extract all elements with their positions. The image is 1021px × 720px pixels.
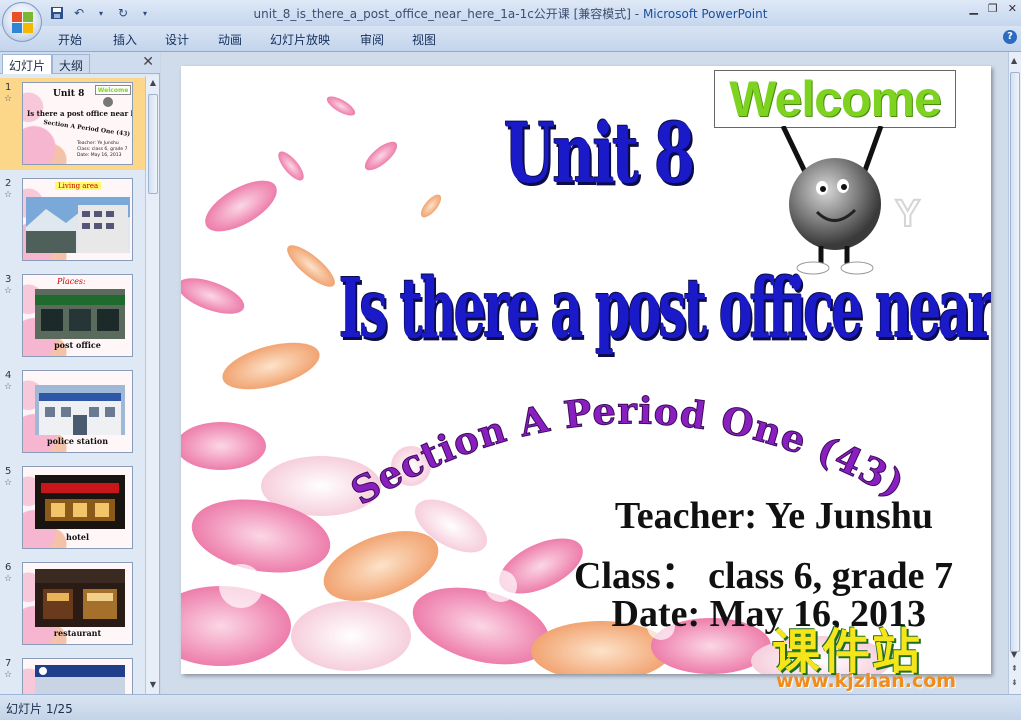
tab-view[interactable]: 视图 bbox=[412, 31, 436, 48]
thumb-preview: hotel bbox=[22, 466, 133, 549]
editor-vertical-scrollbar[interactable]: ▲ ▼ ⇞ ⇟ bbox=[1008, 52, 1021, 694]
animation-star-icon: ☆ bbox=[4, 190, 13, 200]
thumb-number: 7 bbox=[5, 658, 12, 669]
next-slide-icon[interactable]: ⇟ bbox=[1011, 678, 1018, 687]
scrollbar-thumb[interactable] bbox=[1010, 72, 1020, 652]
window-title: unit_8_is_there_a_post_office_near_here_… bbox=[0, 5, 1021, 22]
slide-thumbnail-3[interactable]: 3 ☆ Places: post office bbox=[0, 270, 145, 362]
thumb-preview bbox=[22, 658, 133, 694]
title-bar: ↶ ▾ ↻ ▾ unit_8_is_there_a_post_office_ne… bbox=[0, 0, 1021, 26]
panel-tabs: 幻灯片 大纲 ✕ bbox=[0, 52, 160, 74]
animation-star-icon: ☆ bbox=[4, 574, 13, 584]
unit-title: Unit 8 bbox=[503, 106, 695, 202]
previous-slide-icon[interactable]: ⇞ bbox=[1011, 664, 1018, 673]
thumb-preview: Places: post office bbox=[22, 274, 133, 357]
thumb-photo bbox=[26, 197, 130, 253]
slide-editor: Welcome Y Unit 8 Is there a post office … bbox=[161, 52, 1021, 694]
thumb-number: 2 bbox=[5, 178, 12, 189]
tab-animations[interactable]: 动画 bbox=[218, 31, 242, 48]
tab-slides[interactable]: 幻灯片 bbox=[2, 54, 53, 74]
slide-canvas[interactable]: Welcome Y Unit 8 Is there a post office … bbox=[181, 66, 991, 674]
slide-thumbnail-2[interactable]: 2 ☆ Living area bbox=[0, 174, 145, 266]
slides-panel: 幻灯片 大纲 ✕ 1 ☆ Unit 8 Welcome Is there a p… bbox=[0, 52, 160, 694]
thumb-number: 4 bbox=[5, 370, 12, 381]
window-title-text: unit_8_is_there_a_post_office_near_here_… bbox=[253, 7, 643, 21]
teacher-line: Teacher: Ye Junshu bbox=[614, 495, 933, 537]
thumb-subtitle: Section A Period One (43) bbox=[42, 118, 131, 139]
close-icon[interactable]: ✕ bbox=[1008, 2, 1017, 15]
office-logo-icon bbox=[12, 12, 34, 34]
thumbnail-list: 1 ☆ Unit 8 Welcome Is there a post offic… bbox=[0, 76, 145, 694]
scroll-down-icon[interactable]: ▼ bbox=[148, 680, 158, 692]
main-title: Is there a post office near here? bbox=[338, 261, 991, 357]
svg-text:Y: Y bbox=[895, 193, 920, 235]
minimize-icon[interactable]: ▁ bbox=[969, 2, 977, 15]
slide-thumbnail-4[interactable]: 4 ☆ police station bbox=[0, 366, 145, 458]
thumb-number: 1 bbox=[5, 82, 12, 93]
thumb-number: 3 bbox=[5, 274, 12, 285]
thumb-title: Is there a post office near here? bbox=[27, 109, 132, 118]
thumb-header: Places: bbox=[57, 277, 86, 286]
thumb-preview: Living area bbox=[22, 178, 133, 261]
watermark-url: www.kjzhan.com bbox=[776, 670, 957, 692]
scroll-down-icon[interactable]: ▼ bbox=[1011, 650, 1017, 659]
app-name: Microsoft PowerPoint bbox=[642, 7, 768, 21]
tab-home[interactable]: 开始 bbox=[58, 31, 82, 48]
scroll-up-icon[interactable]: ▲ bbox=[148, 78, 158, 90]
class-line: Class： class 6, grade 7 bbox=[574, 555, 953, 597]
thumb-preview: restaurant bbox=[22, 562, 133, 645]
ribbon-tabs: 开始 插入 设计 动画 幻灯片放映 审阅 视图 ? bbox=[0, 26, 1021, 52]
thumb-photo bbox=[35, 569, 125, 627]
slide-thumbnail-1[interactable]: 1 ☆ Unit 8 Welcome Is there a post offic… bbox=[0, 78, 145, 170]
thumb-photo bbox=[35, 385, 125, 435]
thumb-photo bbox=[35, 475, 125, 529]
tab-review[interactable]: 审阅 bbox=[360, 31, 384, 48]
thumb-photo bbox=[35, 289, 125, 339]
thumb-caption: post office bbox=[54, 340, 101, 350]
tab-slideshow[interactable]: 幻灯片放映 bbox=[270, 31, 330, 48]
thumb-caption: Living area bbox=[55, 182, 102, 190]
window-controls: ▁ ❐ ✕ bbox=[969, 2, 1017, 15]
thumb-number: 6 bbox=[5, 562, 12, 573]
slide-thumbnail-6[interactable]: 6 ☆ restaurant bbox=[0, 558, 145, 650]
animation-star-icon: ☆ bbox=[4, 94, 13, 104]
animation-star-icon: ☆ bbox=[4, 382, 13, 392]
close-panel-icon[interactable]: ✕ bbox=[142, 54, 154, 70]
status-bar: 幻灯片 1/25 bbox=[0, 694, 1021, 720]
tab-insert[interactable]: 插入 bbox=[113, 31, 137, 48]
animation-star-icon: ☆ bbox=[4, 478, 13, 488]
thumb-preview: Unit 8 Welcome Is there a post office ne… bbox=[22, 82, 133, 165]
thumb-photo bbox=[35, 665, 125, 694]
slide-thumbnail-5[interactable]: 5 ☆ hotel bbox=[0, 462, 145, 554]
thumb-caption: police station bbox=[46, 436, 109, 446]
thumb-welcome: Welcome bbox=[95, 85, 131, 95]
thumb-date: Date: May 16, 2013 bbox=[77, 153, 122, 158]
thumb-preview: police station bbox=[22, 370, 133, 453]
tab-outline[interactable]: 大纲 bbox=[52, 54, 91, 74]
thumbnails-scrollbar[interactable]: ▲ ▼ bbox=[145, 76, 159, 694]
thumb-unit: Unit 8 bbox=[53, 89, 85, 99]
maximize-icon[interactable]: ❐ bbox=[988, 2, 998, 15]
help-icon[interactable]: ? bbox=[1003, 30, 1017, 44]
slide-counter: 幻灯片 1/25 bbox=[6, 702, 73, 716]
scroll-up-icon[interactable]: ▲ bbox=[1011, 56, 1017, 65]
thumb-caption: hotel bbox=[66, 532, 89, 542]
animation-star-icon: ☆ bbox=[4, 286, 13, 296]
scrollbar-thumb[interactable] bbox=[148, 94, 158, 194]
thumb-mascot bbox=[103, 97, 113, 107]
slide-thumbnail-7[interactable]: 7 ☆ bbox=[0, 654, 145, 694]
thumb-caption: restaurant bbox=[53, 628, 102, 638]
office-button[interactable] bbox=[2, 2, 42, 42]
animation-star-icon: ☆ bbox=[4, 670, 13, 680]
thumb-number: 5 bbox=[5, 466, 12, 477]
thumb-info: Teacher: Ye Junshu Class: class 6, grade… bbox=[77, 141, 128, 159]
tab-design[interactable]: 设计 bbox=[165, 31, 189, 48]
